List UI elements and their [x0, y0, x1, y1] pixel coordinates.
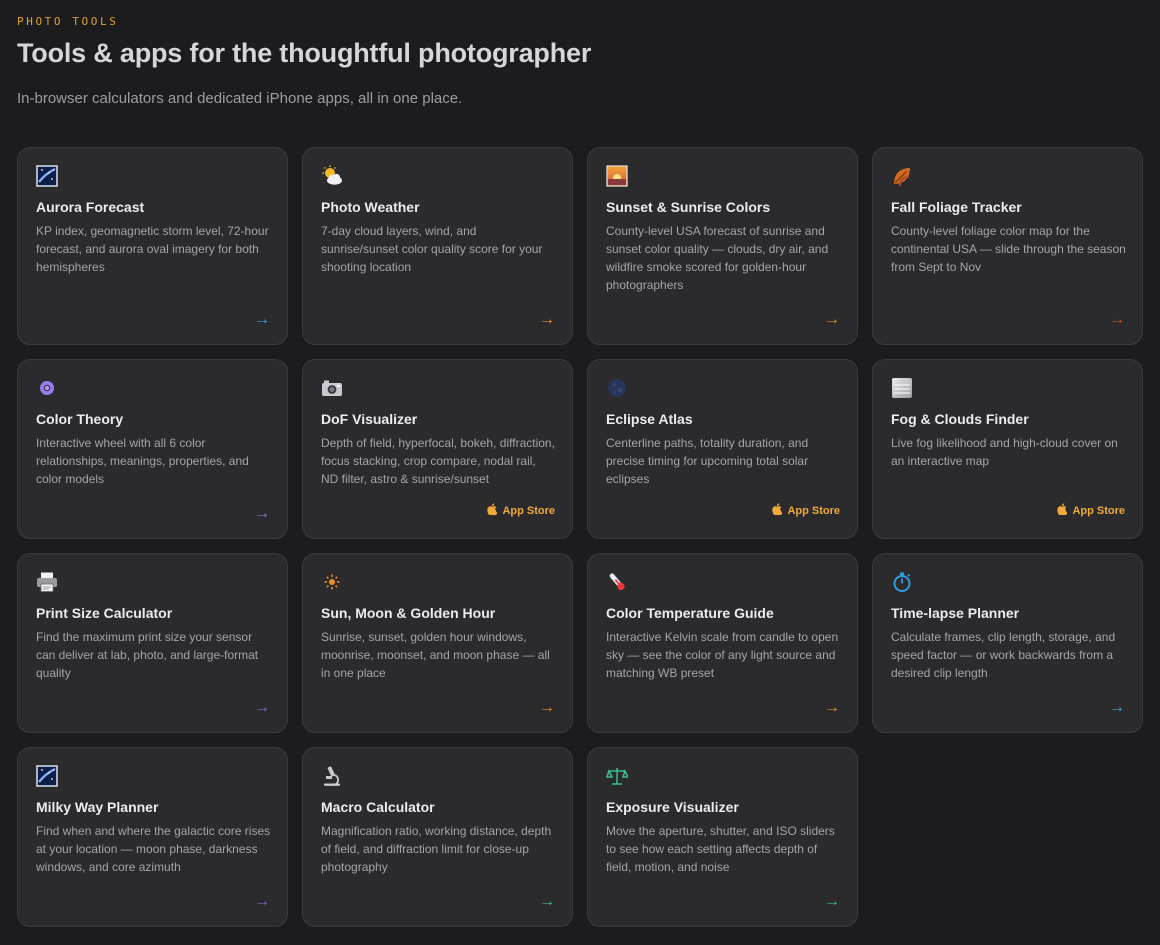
app-store-link[interactable]: App Store [487, 503, 555, 518]
fallen-leaf-icon [891, 165, 913, 187]
tool-card-title: Sunset & Sunrise Colors [606, 199, 771, 215]
tool-card-description: 7-day cloud layers, wind, and sunrise/su… [321, 224, 543, 274]
app-store-label: App Store [502, 504, 555, 517]
tool-card-description: County-level USA forecast of sunrise and… [606, 224, 829, 292]
printer-icon [36, 571, 58, 593]
tool-card-description: Sunrise, sunset, golden hour windows, mo… [321, 630, 550, 680]
night-sky-icon [36, 765, 58, 787]
app-store-link[interactable]: App Store [1057, 503, 1125, 518]
arrow-right-icon[interactable]: → [539, 700, 555, 716]
tool-card[interactable]: Fog & Clouds Finder Live fog likelihood a… [872, 359, 1143, 539]
eyebrow-label: PHOTO TOOLS [17, 15, 119, 28]
arrow-right-icon[interactable]: → [254, 506, 270, 522]
tool-card-description: Depth of field, hyperfocal, bokeh, diffr… [321, 436, 555, 486]
tool-card-title: Time-lapse Planner [891, 605, 1020, 621]
tool-card-title: Aurora Forecast [36, 199, 145, 215]
tool-card[interactable]: Photo Weather 7-day cloud layers, wind, a… [302, 147, 573, 345]
arrow-right-icon[interactable]: → [824, 312, 840, 328]
stopwatch-icon [891, 571, 913, 593]
tool-card-description: Calculate frames, clip length, storage, … [891, 630, 1116, 680]
tool-card[interactable]: Aurora Forecast KP index, geomagnetic sto… [17, 147, 288, 345]
tool-card-title: Fog & Clouds Finder [891, 411, 1029, 427]
sun-behind-cloud-icon [321, 165, 343, 187]
tool-card[interactable]: Color Theory Interactive wheel with all 6… [17, 359, 288, 539]
tool-card-title: Eclipse Atlas [606, 411, 693, 427]
tool-card-title: Macro Calculator [321, 799, 435, 815]
tool-card-title: Fall Foliage Tracker [891, 199, 1022, 215]
tool-card-title: Exposure Visualizer [606, 799, 739, 815]
arrow-right-icon[interactable]: → [1109, 312, 1125, 328]
balance-scale-icon [606, 765, 628, 787]
tool-card-description: Find when and where the galactic core ri… [36, 824, 271, 874]
tool-card[interactable]: Color Temperature Guide Interactive Kelvi… [587, 553, 858, 733]
purple-circle-icon [36, 377, 58, 399]
page-subtitle: In-browser calculators and dedicated iPh… [17, 90, 463, 107]
tool-card-description: Live fog likelihood and high-cloud cover… [891, 436, 1118, 468]
new-moon-icon [606, 377, 628, 399]
app-store-label: App Store [787, 504, 840, 517]
tool-card-description: Interactive Kelvin scale from candle to … [606, 630, 839, 680]
camera-icon [321, 377, 343, 399]
tool-card-title: Milky Way Planner [36, 799, 159, 815]
arrow-right-icon[interactable]: → [824, 700, 840, 716]
tool-card-title: Photo Weather [321, 199, 420, 215]
tool-card-description: Centerline paths, totality duration, and… [606, 436, 809, 486]
arrow-right-icon[interactable]: → [539, 312, 555, 328]
tool-card[interactable]: Exposure Visualizer Move the aperture, sh… [587, 747, 858, 927]
app-store-link[interactable]: App Store [772, 503, 840, 518]
tool-card[interactable]: Time-lapse Planner Calculate frames, clip… [872, 553, 1143, 733]
apple-icon [1057, 503, 1068, 518]
tool-card-description: Magnification ratio, working distance, d… [321, 824, 552, 874]
arrow-right-icon[interactable]: → [1109, 700, 1125, 716]
tool-card[interactable]: Sunset & Sunrise Colors County-level USA … [587, 147, 858, 345]
tool-card[interactable]: Fall Foliage Tracker County-level foliage… [872, 147, 1143, 345]
tool-card[interactable]: Milky Way Planner Find when and where the… [17, 747, 288, 927]
fog-icon [891, 377, 913, 399]
tool-card-title: Color Temperature Guide [606, 605, 774, 621]
tool-card[interactable]: Sun, Moon & Golden Hour Sunrise, sunset, … [302, 553, 573, 733]
arrow-right-icon[interactable]: → [254, 700, 270, 716]
tool-card[interactable]: Eclipse Atlas Centerline paths, totality … [587, 359, 858, 539]
tool-card-description: County-level foliage color map for the c… [891, 224, 1126, 274]
tools-grid: Aurora Forecast KP index, geomagnetic sto… [17, 147, 1144, 927]
tool-card[interactable]: DoF Visualizer Depth of field, hyperfocal… [302, 359, 573, 539]
arrow-right-icon[interactable]: → [254, 894, 270, 910]
tool-card-title: Color Theory [36, 411, 124, 427]
page-title: Tools & apps for the thoughtful photogra… [17, 38, 592, 68]
arrow-right-icon[interactable]: → [254, 312, 270, 328]
tool-card-description: Interactive wheel with all 6 color relat… [36, 436, 249, 486]
night-sky-icon [36, 165, 58, 187]
sunset-picture-icon [606, 165, 628, 187]
tool-card-description: Find the maximum print size your sensor … [36, 630, 259, 680]
tool-card-description: KP index, geomagnetic storm level, 72-ho… [36, 224, 269, 274]
tool-card[interactable]: Macro Calculator Magnification ratio, wor… [302, 747, 573, 927]
tool-card-title: DoF Visualizer [321, 411, 418, 427]
app-store-label: App Store [1072, 504, 1125, 517]
tool-card-description: Move the aperture, shutter, and ISO slid… [606, 824, 835, 874]
apple-icon [772, 503, 783, 518]
arrow-right-icon[interactable]: → [824, 894, 840, 910]
microscope-icon [321, 765, 343, 787]
apple-icon [487, 503, 498, 518]
sun-icon [321, 571, 343, 593]
thermometer-icon [606, 571, 628, 593]
tool-card-title: Sun, Moon & Golden Hour [321, 605, 496, 621]
tool-card-title: Print Size Calculator [36, 605, 173, 621]
tool-card[interactable]: Print Size Calculator Find the maximum pr… [17, 553, 288, 733]
arrow-right-icon[interactable]: → [539, 894, 555, 910]
